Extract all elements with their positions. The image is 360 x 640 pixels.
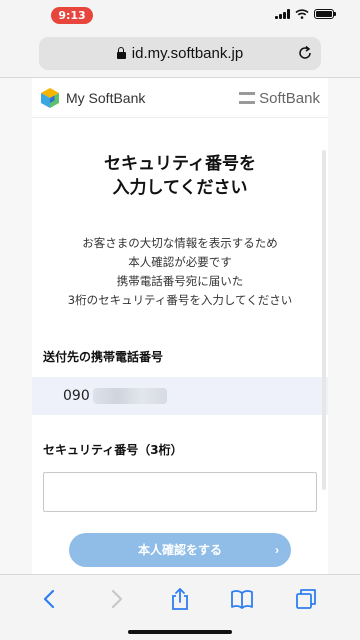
phone-number-display: 090	[32, 377, 328, 415]
forward-icon[interactable]	[104, 587, 128, 611]
description-text: お客さまの大切な情報を表示するため 本人確認が必要です 携帯電話番号宛に届いた …	[67, 236, 293, 307]
page-scrollbar[interactable]	[322, 150, 326, 490]
masked-phone-digits	[92, 388, 167, 404]
bookmarks-icon[interactable]	[230, 587, 254, 611]
wifi-icon	[295, 9, 309, 19]
security-code-input[interactable]	[43, 472, 317, 512]
share-icon[interactable]	[168, 587, 192, 611]
lock-icon	[116, 47, 126, 59]
back-icon[interactable]	[38, 587, 62, 611]
softbank-brand-text: SoftBank	[259, 89, 320, 107]
reload-icon[interactable]	[297, 45, 313, 61]
softbank-stripes-icon	[239, 92, 256, 104]
tabs-icon[interactable]	[294, 587, 318, 611]
home-indicator[interactable]	[128, 630, 232, 634]
web-page: My SoftBank SoftBank セキュリティ番号を 入力してください …	[32, 78, 328, 574]
verify-identity-button[interactable]: 本人確認をする ›	[69, 533, 291, 567]
security-code-label: セキュリティ番号（3桁）	[43, 443, 183, 457]
browser-address-area: id.my.softbank.jp	[0, 30, 360, 78]
cellular-signal-icon	[275, 9, 290, 19]
status-time: 9:13	[51, 7, 93, 24]
softbank-brand-logo: SoftBank	[239, 78, 320, 118]
phone-number-label: 送付先の携帯電話番号	[43, 350, 164, 364]
status-bar: 9:13	[0, 0, 360, 30]
url-text: id.my.softbank.jp	[131, 45, 244, 62]
my-softbank-logo-icon[interactable]	[39, 87, 61, 109]
site-header: My SoftBank SoftBank	[32, 78, 328, 118]
chevron-right-icon: ›	[275, 543, 279, 557]
battery-icon	[314, 9, 336, 19]
address-bar[interactable]: id.my.softbank.jp	[39, 37, 321, 70]
phone-prefix: 090	[63, 388, 90, 404]
my-softbank-label[interactable]: My SoftBank	[66, 78, 145, 118]
page-title: セキュリティ番号を 入力してください	[104, 154, 256, 198]
status-icons	[275, 9, 336, 19]
